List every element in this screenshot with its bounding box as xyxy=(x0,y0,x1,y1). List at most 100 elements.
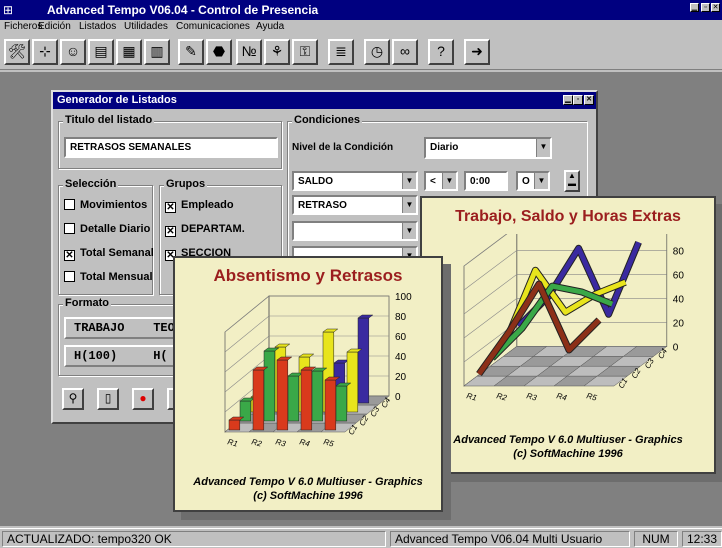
bar-top xyxy=(322,328,339,333)
status-left: ACTUALIZADO: tempo320 OK xyxy=(2,531,386,547)
checkbox-box[interactable]: ✕ xyxy=(64,250,75,261)
checkbox-box[interactable] xyxy=(64,199,75,210)
cond1-operator-select[interactable]: < ▼ xyxy=(424,171,458,191)
chevron-down-icon[interactable]: ▼ xyxy=(402,173,416,189)
cond1-operator-value: < xyxy=(430,176,436,187)
listados-window-title-text: Generador de Listados xyxy=(57,94,177,106)
cond1-logic-value: O xyxy=(522,176,530,187)
cond-scroll-buttons[interactable]: ▲ ▬ xyxy=(564,170,580,192)
list-icon[interactable]: ≣ xyxy=(328,39,354,65)
magnifier-icon: ⚲ xyxy=(68,391,78,405)
chevron-down-icon[interactable]: ▼ xyxy=(442,173,456,189)
maximize-button[interactable]: ▫ xyxy=(701,3,710,12)
menu-utilidades[interactable]: Utilidades xyxy=(124,21,168,32)
menu-ayuda[interactable]: Ayuda xyxy=(256,21,284,32)
palm-icon[interactable]: ⚘ xyxy=(264,39,290,65)
menu-ficheros[interactable]: Ficheros xyxy=(4,21,42,32)
chart-trabajo-panel: Trabajo, Saldo y Horas Extras 0204060801… xyxy=(420,196,716,474)
minimize-button[interactable]: ▁ xyxy=(690,3,699,12)
bar xyxy=(324,379,337,431)
close-button[interactable]: ✕ xyxy=(711,3,720,12)
chart-trabajo-caption-1: Advanced Tempo V 6.0 Multiuser - Graphic… xyxy=(453,434,683,446)
red-dot-icon: ● xyxy=(139,391,147,405)
listados-window-title: Generador de Listados ▁ ▫ ✕ xyxy=(53,92,596,109)
chart-absentismo-caption-2: (c) SoftMachine 1996 xyxy=(253,490,363,502)
cond1-value-input[interactable]: 0:00 xyxy=(464,171,508,191)
clock-icon[interactable]: ◷ xyxy=(364,39,390,65)
help-icon[interactable]: ? xyxy=(428,39,454,65)
checkbox-box[interactable]: ✕ xyxy=(165,226,176,237)
calendar-icon[interactable]: ▥ xyxy=(144,39,170,65)
exit-icon[interactable]: ➜ xyxy=(464,39,490,65)
x-tick-label: R1 xyxy=(226,437,238,448)
cond1-field-select[interactable]: SALDO ▼ xyxy=(292,171,418,191)
chart-trabajo-caption-2: (c) SoftMachine 1996 xyxy=(513,448,623,460)
grid-icon[interactable]: ▦ xyxy=(116,39,142,65)
x-tick-label: R2 xyxy=(495,391,508,402)
bar xyxy=(228,419,241,431)
titulo-input[interactable]: RETRASOS SEMANALES xyxy=(64,137,278,158)
chevron-down-icon[interactable]: ▼ xyxy=(402,197,416,213)
cond1-field-value: SALDO xyxy=(298,176,333,187)
cond2-field-select[interactable]: RETRASO ▼ xyxy=(292,195,418,215)
x-tick-label: R3 xyxy=(274,437,287,448)
nivel-select[interactable]: Diario ▼ xyxy=(424,137,552,159)
y-tick-label: 80 xyxy=(673,246,685,257)
seleccion-checkbox-0[interactable]: Movimientos xyxy=(64,199,147,211)
y-tick-label: 100 xyxy=(395,292,412,303)
checkbox-box[interactable] xyxy=(64,271,75,282)
tools-icon[interactable]: 🛠 xyxy=(4,39,30,65)
y-tick-label: 0 xyxy=(673,342,679,353)
grupos-label: DEPARTAM. xyxy=(181,223,245,235)
grupos-label: Empleado xyxy=(181,199,234,211)
condiciones-group-label: Condiciones xyxy=(292,114,363,126)
formato-group-label: Formato xyxy=(63,297,111,309)
stop-icon[interactable]: ⬣ xyxy=(206,39,232,65)
titulo-group-label: Titulo del listado xyxy=(63,114,155,126)
grupos-checkbox-1[interactable]: ✕ DEPARTAM. xyxy=(165,223,245,237)
org-chart-icon[interactable]: ⊹ xyxy=(32,39,58,65)
status-num: NUM xyxy=(634,531,678,547)
record-button[interactable]: ● xyxy=(132,388,154,410)
window-minimize-button[interactable]: ▁ xyxy=(563,95,573,105)
y-tick-label: 40 xyxy=(673,294,685,305)
key-icon[interactable]: ⚿ xyxy=(292,39,318,65)
menu-listados[interactable]: Listados xyxy=(79,21,116,32)
bar xyxy=(311,370,324,422)
window-close-button[interactable]: ✕ xyxy=(584,95,594,105)
person-icon[interactable]: ☺ xyxy=(60,39,86,65)
y-tick-label: 60 xyxy=(673,270,685,281)
chevron-down-icon[interactable]: ▼ xyxy=(402,223,416,239)
grupos-checkbox-0[interactable]: ✕ Empleado xyxy=(165,199,234,213)
new-button[interactable]: ▯ xyxy=(97,388,119,410)
bar xyxy=(263,350,276,422)
app-icon[interactable]: ⊞ xyxy=(3,3,17,17)
cond1-logic-select[interactable]: O ▼ xyxy=(516,171,550,191)
book-icon[interactable]: ▤ xyxy=(88,39,114,65)
window-maximize-button[interactable]: ▫ xyxy=(573,95,583,105)
app-title: Advanced Tempo V06.04 - Control de Prese… xyxy=(47,3,319,17)
toolbar: 🛠 ⊹ ☺ ▤ ▦ ▥ ✎ ⬣ № ⚘ ⚿ ≣ ◷ ∞ ? ➜ xyxy=(0,34,722,70)
x-tick-label: R2 xyxy=(250,437,263,448)
app-titlebar: ⊞ Advanced Tempo V06.04 - Control de Pre… xyxy=(0,0,722,20)
seleccion-checkbox-1[interactable]: Detalle Diario xyxy=(64,223,150,235)
numbers-icon[interactable]: № xyxy=(236,39,262,65)
seleccion-checkbox-3[interactable]: Total Mensual xyxy=(64,271,153,283)
bar xyxy=(276,359,289,431)
bar-top xyxy=(333,359,350,364)
status-time: 12:33 xyxy=(682,531,722,547)
chart-absentismo-title: Absentismo y Retrasos xyxy=(213,266,403,285)
binoculars-icon[interactable]: ∞ xyxy=(392,39,418,65)
seleccion-checkbox-2[interactable]: ✕ Total Semanal xyxy=(64,247,154,261)
checkbox-box[interactable] xyxy=(64,223,75,234)
cond3-field-select[interactable]: ▼ xyxy=(292,221,418,241)
search-button[interactable]: ⚲ xyxy=(62,388,84,410)
chart-gridline xyxy=(463,298,667,339)
menu-comunicaciones[interactable]: Comunicaciones xyxy=(176,21,250,32)
chevron-down-icon[interactable]: ▼ xyxy=(536,139,550,157)
chevron-down-icon[interactable]: ▼ xyxy=(534,173,548,189)
menu-edicion[interactable]: Edición xyxy=(38,21,71,32)
checkbox-box[interactable]: ✕ xyxy=(165,202,176,213)
y-tick-label: 80 xyxy=(395,312,407,323)
edit-icon[interactable]: ✎ xyxy=(178,39,204,65)
